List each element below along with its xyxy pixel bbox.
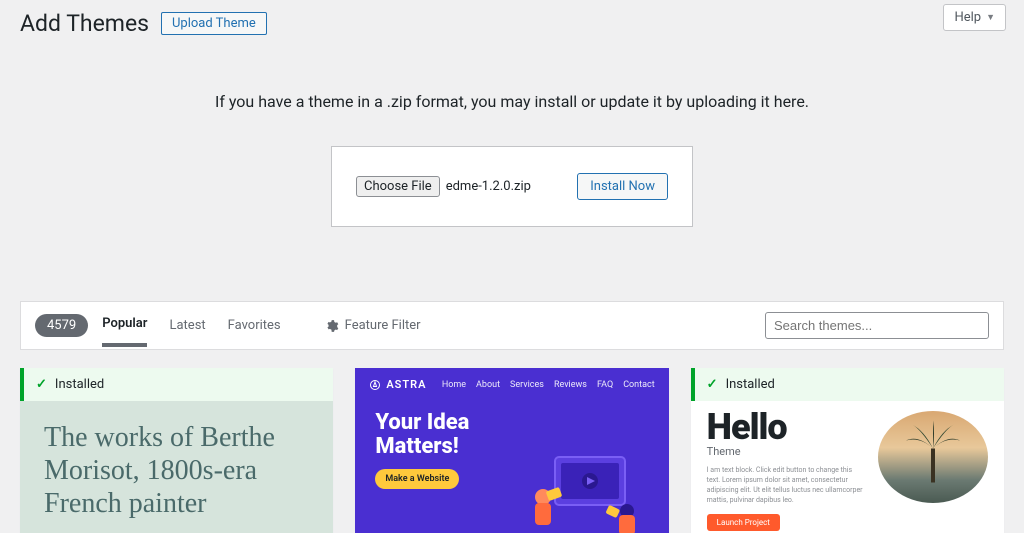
theme-count-badge: 4579: [35, 314, 88, 337]
page-title: Add Themes: [20, 10, 149, 37]
hello-cta: Launch Project: [707, 514, 780, 531]
check-icon: ✓: [707, 377, 718, 392]
theme-preview: ASTRA Home About Services Reviews FAQ Co…: [355, 368, 668, 533]
installed-banner: ✓ Installed: [20, 368, 333, 401]
astra-cta: Make a Website: [375, 469, 459, 489]
upload-box: Choose File edme-1.2.0.zip Install Now: [331, 146, 693, 227]
astra-brand: ASTRA: [369, 378, 426, 391]
filter-bar: 4579 Popular Latest Favorites Feature Fi…: [20, 301, 1004, 350]
hello-title: Hello: [707, 411, 866, 443]
illustration-icon: [515, 449, 655, 533]
nav-item: Home: [442, 380, 466, 390]
astra-logo-icon: [369, 379, 381, 391]
check-icon: ✓: [36, 377, 47, 392]
search-wrapper: [765, 312, 989, 339]
hello-desc: I am text block. Click edit button to ch…: [707, 466, 866, 505]
nav-item: Contact: [623, 380, 654, 390]
help-tab[interactable]: Help ▼: [943, 4, 1006, 31]
astra-brand-label: ASTRA: [386, 378, 426, 391]
feature-filter-label: Feature Filter: [345, 318, 421, 333]
installed-banner: ✓ Installed: [691, 368, 1004, 401]
theme-card-twentytwentyone[interactable]: ✓ Installed The works of Berthe Morisot,…: [20, 368, 333, 533]
tab-popular[interactable]: Popular: [102, 316, 147, 347]
choose-file-button[interactable]: Choose File: [356, 176, 440, 197]
nav-item: FAQ: [597, 380, 613, 390]
filter-tabs: Popular Latest Favorites Feature Filter: [102, 316, 420, 335]
theme-preview: The works of Berthe Morisot, 1800s-era F…: [20, 401, 333, 533]
selected-file-name: edme-1.2.0.zip: [446, 179, 531, 194]
tab-latest[interactable]: Latest: [169, 318, 205, 345]
upload-area: If you have a theme in a .zip format, yo…: [20, 37, 1004, 245]
search-input[interactable]: [765, 312, 989, 339]
preview-title: The works of Berthe Morisot, 1800s-era F…: [44, 421, 309, 520]
astra-nav: Home About Services Reviews FAQ Contact: [442, 380, 655, 390]
install-now-button[interactable]: Install Now: [577, 173, 668, 200]
file-picker-group: Choose File edme-1.2.0.zip: [356, 176, 531, 197]
upload-message: If you have a theme in a .zip format, yo…: [20, 92, 1004, 111]
gear-icon: [325, 319, 339, 333]
theme-card-hello[interactable]: ✓ Installed Hello Theme I am text block.…: [691, 368, 1004, 533]
nav-item: Services: [510, 380, 544, 390]
help-label: Help: [954, 10, 981, 25]
chevron-down-icon: ▼: [986, 12, 995, 23]
hello-hero-image: [878, 411, 988, 503]
tab-favorites[interactable]: Favorites: [228, 318, 281, 345]
palm-tree-icon: [898, 419, 968, 489]
installed-label: Installed: [55, 377, 104, 392]
upload-theme-button[interactable]: Upload Theme: [161, 12, 267, 35]
theme-preview: Hello Theme I am text block. Click edit …: [691, 401, 1004, 533]
theme-card-astra[interactable]: ASTRA Home About Services Reviews FAQ Co…: [355, 368, 668, 533]
feature-filter-button[interactable]: Feature Filter: [325, 318, 421, 333]
nav-item: About: [476, 380, 500, 390]
installed-label: Installed: [726, 377, 775, 392]
nav-item: Reviews: [554, 380, 587, 390]
theme-grid: ✓ Installed The works of Berthe Morisot,…: [20, 368, 1004, 533]
